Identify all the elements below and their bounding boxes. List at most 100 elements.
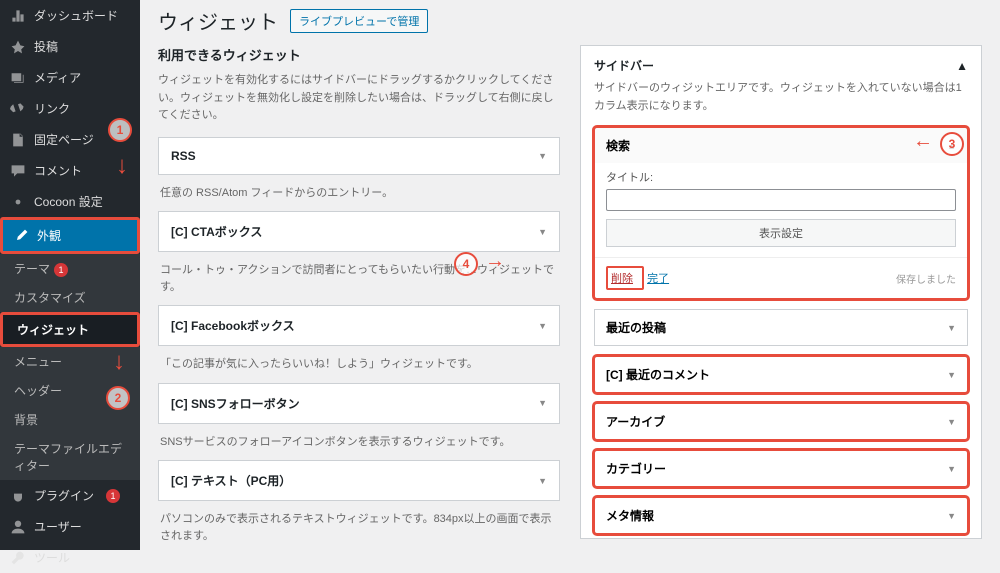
available-widget-header[interactable]: [C] CTAボックス ▼ [159, 212, 559, 251]
admin-sidebar: ダッシュボード 投稿 メディア リンク 固定ページ コメント Cocoon 設定… [0, 0, 140, 550]
widget-title: [C] Facebookボックス [171, 317, 295, 334]
plug-icon [10, 488, 26, 504]
chevron-up-icon: ▲ [947, 141, 956, 151]
widget-area-header[interactable]: サイドバー ▲ [594, 57, 968, 74]
available-widgets-column: 利用できるウィジェット ウィジェットを有効化するにはサイドバーにドラッグするかク… [158, 45, 560, 550]
page-title: ウィジェット [158, 6, 278, 35]
gear-icon [10, 194, 26, 210]
chevron-down-icon: ▼ [947, 511, 956, 521]
sidebar-item-label: コメント [34, 162, 82, 179]
chevron-up-icon: ▲ [956, 59, 968, 73]
chevron-down-icon: ▼ [947, 417, 956, 427]
available-widget-header[interactable]: [C] Facebookボックス ▼ [159, 306, 559, 345]
sidebar-widget-header[interactable]: カテゴリー ▼ [595, 451, 967, 486]
sidebar-item-plugins[interactable]: プラグイン 1 [0, 480, 140, 511]
submenu-themes[interactable]: テーマ 1 [0, 254, 140, 283]
chevron-down-icon: ▼ [538, 398, 547, 408]
submenu-label: テーマファイルエディター [14, 442, 122, 473]
sidebar-item-cocoon[interactable]: Cocoon 設定 [0, 186, 140, 217]
sidebar-item-label: 投稿 [34, 38, 58, 55]
saved-status: 保存しました [896, 271, 956, 286]
update-badge: 1 [54, 263, 68, 277]
sidebar-item-dashboard[interactable]: ダッシュボード [0, 0, 140, 31]
submenu-widgets[interactable]: ウィジェット [0, 312, 140, 347]
widget-description: 「この記事が気に入ったらいいね！しよう」ウィジェットです。 [158, 352, 560, 383]
comment-icon [10, 163, 26, 179]
chevron-down-icon: ▼ [538, 151, 547, 161]
display-settings-button[interactable]: 表示設定 [606, 219, 956, 247]
submenu-menus[interactable]: メニュー [0, 347, 140, 376]
chevron-down-icon: ▼ [947, 464, 956, 474]
submenu-label: メニュー [14, 355, 62, 369]
widget-search: 検索 ▲ タイトル: 表示設定 削除 [594, 127, 968, 299]
submenu-label: ヘッダー [14, 384, 62, 398]
widget-title: アーカイブ [606, 413, 665, 430]
dashboard-icon [10, 8, 26, 24]
available-heading: 利用できるウィジェット [158, 45, 560, 64]
sidebar-area-column: サイドバー ▲ サイドバーのウィジットエリアです。ウィジェットを入れていない場合… [580, 45, 982, 550]
sidebar-item-label: 外観 [37, 227, 61, 244]
sidebar-item-label: Cocoon 設定 [34, 193, 103, 210]
widget-title: [C] SNSフォローボタン [171, 395, 300, 412]
sidebar-item-pages[interactable]: 固定ページ [0, 124, 140, 155]
sidebar-widget-header[interactable]: アーカイブ ▼ [595, 404, 967, 439]
sidebar-widget-header[interactable]: [C] 最近のコメント ▼ [595, 357, 967, 392]
chevron-down-icon: ▼ [538, 227, 547, 237]
sidebar-widget-header[interactable]: メタ情報 ▼ [595, 498, 967, 533]
widget-title: [C] テキスト（PC用） [171, 472, 291, 489]
sidebar-item-users[interactable]: ユーザー [0, 511, 140, 542]
link-icon [10, 101, 26, 117]
widget-title-input[interactable] [606, 189, 956, 211]
widget-area-description: サイドバーのウィジットエリアです。ウィジェットを入れていない場合は1カラム表示に… [594, 80, 968, 115]
main-content: ウィジェット ライブプレビューで管理 利用できるウィジェット ウィジェットを有効… [140, 0, 1000, 550]
brush-icon [13, 228, 29, 244]
widget-title: [C] 最近のコメント [606, 366, 710, 383]
widget-title: RSS [171, 149, 196, 163]
media-icon [10, 70, 26, 86]
sidebar-widget-header[interactable]: 最近の投稿▼ [595, 310, 967, 345]
available-widget-header[interactable]: [C] テキスト（PC用） ▼ [159, 461, 559, 500]
sidebar-item-links[interactable]: リンク [0, 93, 140, 124]
live-preview-button[interactable]: ライブプレビューで管理 [290, 9, 428, 33]
done-link[interactable]: 完了 [647, 273, 669, 285]
sidebar-item-tools[interactable]: ツール [0, 542, 140, 573]
tool-icon [10, 550, 26, 566]
submenu-label: カスタマイズ [14, 291, 86, 305]
submenu-theme-editor[interactable]: テーマファイルエディター [0, 434, 140, 480]
sidebar-item-label: リンク [34, 100, 70, 117]
chevron-down-icon: ▼ [538, 321, 547, 331]
chevron-down-icon: ▼ [538, 476, 547, 486]
available-widget-header[interactable]: RSS ▼ [159, 138, 559, 174]
available-description: ウィジェットを有効化するにはサイドバーにドラッグするかクリックしてください。ウィ… [158, 72, 560, 125]
sidebar-item-label: ユーザー [34, 518, 82, 535]
submenu-header[interactable]: ヘッダー [0, 376, 140, 405]
pin-icon [10, 39, 26, 55]
widget-description: SNSサービスのフォローアイコンボタンを表示するウィジェットです。 [158, 430, 560, 461]
update-badge: 1 [106, 489, 120, 503]
widget-description: パソコンのみで表示されるテキストウィジェットです。834px以上の画面で表示され… [158, 507, 560, 550]
submenu-label: 背景 [14, 413, 38, 427]
sidebar-item-label: メディア [34, 69, 81, 86]
submenu-label: テーマ [14, 262, 50, 276]
widget-description: 任意の RSS/Atom フィードからのエントリー。 [158, 181, 560, 212]
user-icon [10, 519, 26, 535]
submenu-customize[interactable]: カスタマイズ [0, 283, 140, 312]
widget-title: メタ情報 [606, 507, 654, 524]
delete-link[interactable]: 削除 [611, 273, 633, 285]
sidebar-item-media[interactable]: メディア [0, 62, 140, 93]
submenu-background[interactable]: 背景 [0, 405, 140, 434]
widget-title: [C] CTAボックス [171, 223, 262, 240]
widget-title: カテゴリー [606, 460, 666, 477]
sidebar-item-label: ツール [34, 549, 70, 566]
sidebar-item-comments[interactable]: コメント [0, 155, 140, 186]
widget-title: 検索 [606, 137, 630, 154]
chevron-down-icon: ▼ [947, 370, 956, 380]
sidebar-item-posts[interactable]: 投稿 [0, 31, 140, 62]
widget-search-header[interactable]: 検索 ▲ [595, 128, 967, 163]
sidebar-item-label: プラグイン [34, 487, 94, 504]
title-label: タイトル: [606, 169, 956, 185]
available-widget-header[interactable]: [C] SNSフォローボタン ▼ [159, 384, 559, 423]
sidebar-item-label: 固定ページ [34, 131, 94, 148]
widget-description: コール・トゥ・アクションで訪問者にとってもらいたい行動を…ウィジェットです。 [158, 258, 560, 305]
sidebar-item-appearance[interactable]: 外観 [0, 217, 140, 254]
